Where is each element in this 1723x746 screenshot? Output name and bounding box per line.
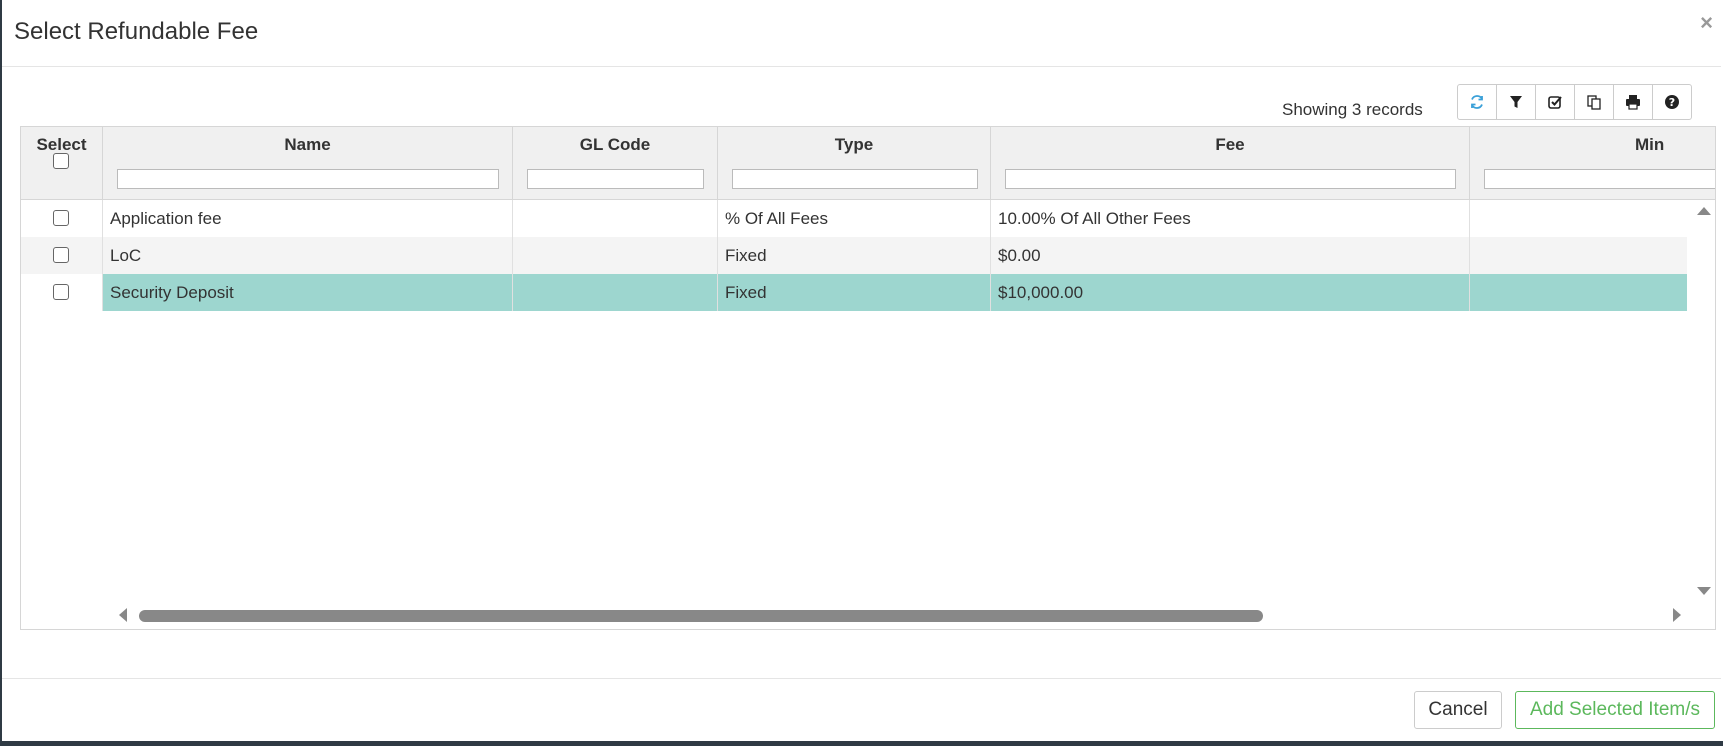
cell-type: % Of All Fees [718, 200, 991, 237]
cell-fee: $0.00 [991, 237, 1470, 274]
cell-fee: 10.00% Of All Other Fees [991, 200, 1470, 237]
add-selected-button[interactable]: Add Selected Item/s [1515, 691, 1715, 729]
name-filter-input[interactable] [117, 169, 499, 189]
table-row-highlighted[interactable]: Security Deposit Fixed $10,000.00 [21, 274, 1687, 311]
cell-gl-code [513, 274, 718, 311]
refresh-icon [1471, 95, 1483, 109]
cell-name: Application fee [103, 200, 513, 237]
row-checkbox[interactable] [53, 247, 69, 263]
column-header-type: Type [834, 135, 874, 154]
check-square-icon [1548, 96, 1562, 109]
row-select-cell [21, 237, 103, 274]
dialog-title: Select Refundable Fee [14, 18, 259, 45]
copy-icon [1587, 95, 1601, 110]
cell-type: Fixed [718, 274, 991, 311]
column-header-name: Name [284, 135, 331, 154]
record-count: Showing 3 records [1282, 100, 1423, 119]
cancel-button[interactable]: Cancel [1414, 691, 1502, 729]
horizontal-scrollbar-thumb[interactable] [139, 610, 1263, 622]
cell-name: Security Deposit [103, 274, 513, 311]
table-row[interactable]: LoC Fixed $0.00 [21, 237, 1687, 274]
column-select: Select [21, 127, 103, 199]
print-icon [1626, 95, 1640, 110]
min-filter-input[interactable] [1484, 169, 1715, 189]
select-all-checkbox[interactable] [53, 153, 69, 169]
column-type: Type [718, 127, 991, 199]
column-fee: Fee [991, 127, 1470, 199]
page-backdrop-bottom [0, 741, 1723, 746]
row-select-cell [21, 274, 103, 311]
row-checkbox[interactable] [53, 210, 69, 226]
scroll-left-arrow-icon[interactable] [119, 608, 127, 622]
help-icon: ? [1665, 95, 1679, 109]
gl-code-filter-input[interactable] [527, 169, 704, 189]
row-checkbox[interactable] [53, 284, 69, 300]
column-gl-code: GL Code [513, 127, 718, 199]
filter-button[interactable] [1497, 85, 1536, 119]
dialog-header: Select Refundable Fee × [2, 0, 1721, 67]
scroll-right-arrow-icon[interactable] [1673, 608, 1681, 622]
cell-fee: $10,000.00 [991, 274, 1470, 311]
fee-grid: Select Name GL Code Type Fee Min Applica… [20, 126, 1716, 630]
column-name: Name [103, 127, 513, 199]
column-header-min: Min [1635, 135, 1665, 154]
cell-gl-code [513, 200, 718, 237]
row-select-cell [21, 200, 103, 237]
select-all-button[interactable] [1536, 85, 1575, 119]
scroll-up-arrow-icon[interactable] [1697, 207, 1711, 215]
cell-min [1470, 237, 1687, 274]
type-filter-input[interactable] [732, 169, 978, 189]
column-min: Min [1470, 127, 1715, 199]
cell-gl-code [513, 237, 718, 274]
cell-min [1470, 274, 1687, 311]
grid-toolbar: ? [1457, 84, 1692, 120]
scroll-down-arrow-icon[interactable] [1697, 587, 1711, 595]
column-header-gl-code: GL Code [579, 135, 651, 154]
copy-button[interactable] [1575, 85, 1614, 119]
dialog-footer [2, 678, 1721, 679]
column-header-select: Select [36, 135, 87, 154]
filter-icon [1510, 96, 1522, 108]
print-button[interactable] [1614, 85, 1653, 119]
refresh-button[interactable] [1458, 85, 1497, 119]
svg-text:?: ? [1669, 96, 1675, 109]
cell-name: LoC [103, 237, 513, 274]
fee-filter-input[interactable] [1005, 169, 1456, 189]
cell-min [1470, 200, 1687, 237]
table-row[interactable]: Application fee % Of All Fees 10.00% Of … [21, 200, 1687, 237]
column-header-fee: Fee [1215, 135, 1245, 154]
help-button[interactable]: ? [1653, 85, 1691, 119]
close-icon[interactable]: × [1700, 10, 1713, 36]
select-fee-dialog: Select Refundable Fee × Showing 3 record… [2, 0, 1721, 741]
grid-header: Select Name GL Code Type Fee Min [21, 127, 1715, 200]
cell-type: Fixed [718, 237, 991, 274]
